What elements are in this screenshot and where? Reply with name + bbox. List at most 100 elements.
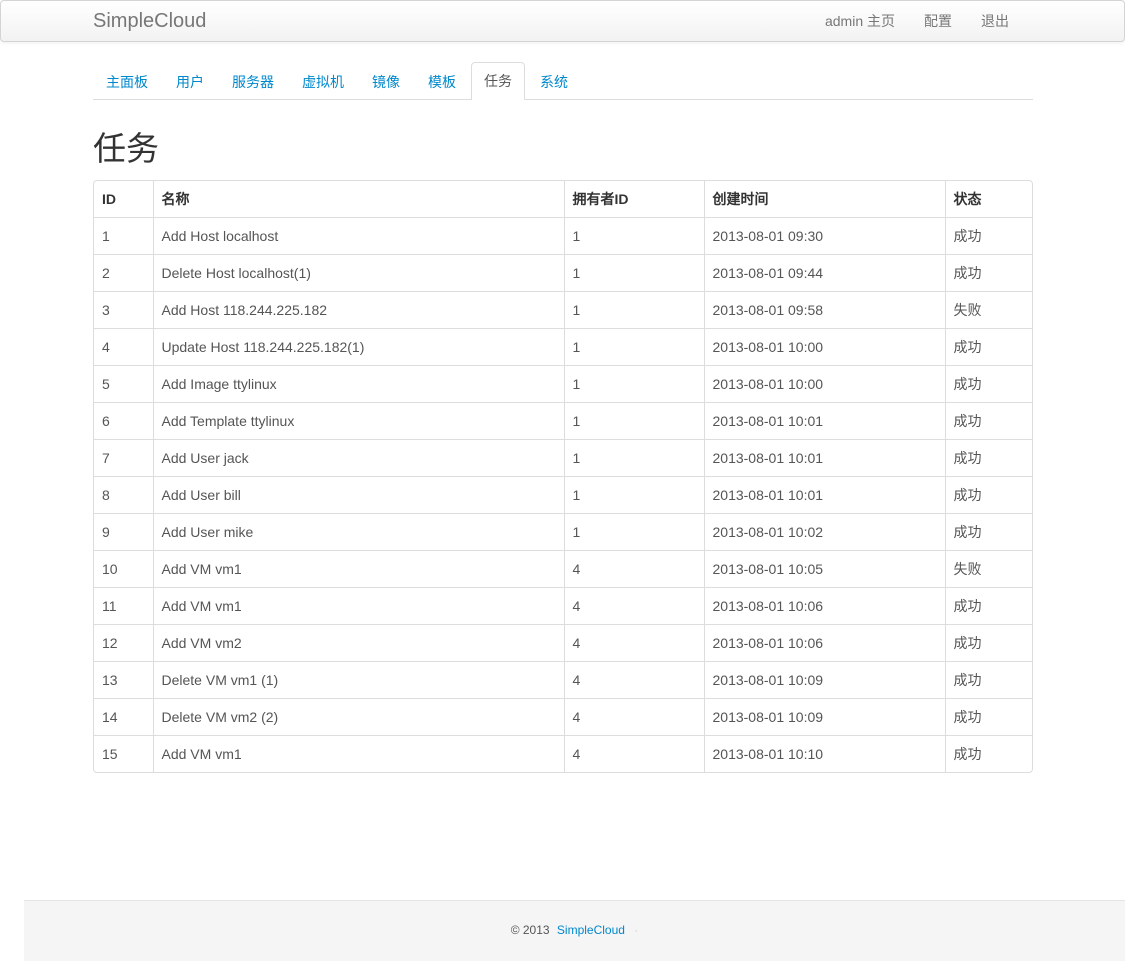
cell-name: Add VM vm2 [152, 624, 564, 662]
cell-status: 成功 [944, 698, 1032, 736]
cell-status: 成功 [944, 328, 1032, 366]
tab-system[interactable]: 系统 [527, 63, 581, 100]
cell-created-time: 2013-08-01 09:30 [703, 217, 945, 255]
tab-images[interactable]: 镜像 [359, 63, 413, 100]
cell-created-time: 2013-08-01 10:01 [703, 476, 945, 514]
cell-id: 6 [94, 402, 153, 440]
cell-id: 4 [94, 328, 153, 366]
tab-dashboard[interactable]: 主面板 [93, 63, 161, 100]
table-row: 7 Add User jack 1 2013-08-01 10:01 成功 [94, 439, 1032, 477]
cell-owner-id: 4 [563, 698, 704, 736]
cell-created-time: 2013-08-01 09:44 [703, 254, 945, 292]
cell-status: 成功 [944, 254, 1032, 292]
header-created-time: 创建时间 [703, 181, 945, 218]
table-row: 10 Add VM vm1 4 2013-08-01 10:05 失败 [94, 550, 1032, 588]
home-link[interactable]: admin 主页 [825, 11, 895, 31]
table-row: 5 Add Image ttylinux 1 2013-08-01 10:00 成功 [94, 365, 1032, 403]
cell-status: 失败 [944, 550, 1032, 588]
cell-created-time: 2013-08-01 10:02 [703, 513, 945, 551]
tab-tasks[interactable]: 任务 [471, 62, 525, 100]
cell-created-time: 2013-08-01 10:06 [703, 587, 945, 625]
cell-owner-id: 4 [563, 550, 704, 588]
cell-status: 成功 [944, 661, 1032, 699]
footer-copyright: © 2013 [510, 923, 550, 937]
logout-link[interactable]: 退出 [981, 11, 1009, 31]
cell-owner-id: 1 [563, 254, 704, 292]
cell-created-time: 2013-08-01 10:01 [703, 439, 945, 477]
tab-templates[interactable]: 模板 [415, 63, 469, 100]
footer-text: © 2013 SimpleCloud · [24, 923, 1125, 937]
cell-name: Add Image ttylinux [152, 365, 564, 403]
cell-status: 成功 [944, 476, 1032, 514]
cell-status: 成功 [944, 217, 1032, 255]
table-body: 1 Add Host localhost 1 2013-08-01 09:30 成功 2 D… [94, 217, 1032, 772]
table-row: 2 Delete Host localhost(1) 1 2013-08-01 09:… [94, 254, 1032, 292]
cell-id: 9 [94, 513, 153, 551]
cell-owner-id: 1 [563, 365, 704, 403]
cell-owner-id: 1 [563, 439, 704, 477]
cell-created-time: 2013-08-01 10:00 [703, 328, 945, 366]
cell-created-time: 2013-08-01 10:05 [703, 550, 945, 588]
cell-id: 13 [94, 661, 153, 699]
cell-created-time: 2013-08-01 10:01 [703, 402, 945, 440]
table-row: 9 Add User mike 1 2013-08-01 10:02 成功 [94, 513, 1032, 551]
tasks-table: ID 名称 拥有者ID 创建时间 状态 1 Add Host localhost 1… [93, 180, 1033, 773]
cell-owner-id: 1 [563, 217, 704, 255]
footer-separator: · [634, 923, 639, 937]
cell-name: Add User mike [152, 513, 564, 551]
cell-id: 1 [94, 217, 153, 255]
cell-owner-id: 1 [563, 328, 704, 366]
cell-name: Delete VM vm1 (1) [152, 661, 564, 699]
cell-owner-id: 4 [563, 661, 704, 699]
header-owner-id: 拥有者ID [563, 181, 704, 218]
header-id: ID [102, 191, 116, 207]
cell-name: Add Host localhost [152, 217, 564, 255]
nav-tabs: 主面板 用户 服务器 虚拟机 镜像 模板 任务 系统 [93, 62, 1033, 100]
cell-name: Add User bill [152, 476, 564, 514]
cell-created-time: 2013-08-01 10:09 [703, 661, 945, 699]
cell-status: 成功 [944, 402, 1032, 440]
cell-name: Add User jack [152, 439, 564, 477]
navbar: SimpleCloud admin 主页 配置 退出 [0, 0, 1125, 42]
cell-owner-id: 1 [563, 513, 704, 551]
navbar-links: admin 主页 配置 退出 [796, 1, 1009, 41]
cell-name: Add VM vm1 [152, 735, 564, 772]
cell-status: 成功 [944, 439, 1032, 477]
cell-created-time: 2013-08-01 09:58 [703, 291, 945, 329]
cell-status: 成功 [944, 365, 1032, 403]
cell-id: 3 [94, 291, 153, 329]
brand-link[interactable]: SimpleCloud [93, 10, 206, 32]
table-row: 12 Add VM vm2 4 2013-08-01 10:06 成功 [94, 624, 1032, 662]
table-row: 4 Update Host 118.244.225.182(1) 1 2013-08-… [94, 328, 1032, 366]
tab-vms[interactable]: 虚拟机 [289, 63, 357, 100]
cell-owner-id: 1 [563, 476, 704, 514]
cell-name: Add VM vm1 [152, 587, 564, 625]
cell-id: 11 [94, 587, 153, 625]
footer-link[interactable]: SimpleCloud [557, 923, 625, 937]
cell-created-time: 2013-08-01 10:10 [703, 735, 945, 772]
table-row: 8 Add User bill 1 2013-08-01 10:01 成功 [94, 476, 1032, 514]
cell-id: 2 [94, 254, 153, 292]
table-row: 1 Add Host localhost 1 2013-08-01 09:30 成功 [94, 217, 1032, 255]
header-name: 名称 [152, 181, 564, 218]
cell-id: 7 [94, 439, 153, 477]
cell-owner-id: 4 [563, 735, 704, 772]
tab-users[interactable]: 用户 [163, 63, 217, 100]
cell-id: 10 [94, 550, 153, 588]
table-row: 14 Delete VM vm2 (2) 4 2013-08-01 10:09 成功 [94, 698, 1032, 736]
cell-name: Update Host 118.244.225.182(1) [152, 328, 564, 366]
cell-created-time: 2013-08-01 10:09 [703, 698, 945, 736]
cell-status: 失败 [944, 291, 1032, 329]
cell-id: 5 [94, 365, 153, 403]
table-row: 13 Delete VM vm1 (1) 4 2013-08-01 10:09 成功 [94, 661, 1032, 699]
settings-link[interactable]: 配置 [924, 11, 952, 31]
table-header-row: ID 名称 拥有者ID 创建时间 状态 [94, 181, 1032, 218]
cell-created-time: 2013-08-01 10:06 [703, 624, 945, 662]
cell-status: 成功 [944, 624, 1032, 662]
tab-servers[interactable]: 服务器 [219, 63, 287, 100]
cell-id: 14 [94, 698, 153, 736]
cell-status: 成功 [944, 735, 1032, 772]
table-row: 3 Add Host 118.244.225.182 1 2013-08-01 09:… [94, 291, 1032, 329]
cell-name: Delete Host localhost(1) [152, 254, 564, 292]
cell-name: Add VM vm1 [152, 550, 564, 588]
